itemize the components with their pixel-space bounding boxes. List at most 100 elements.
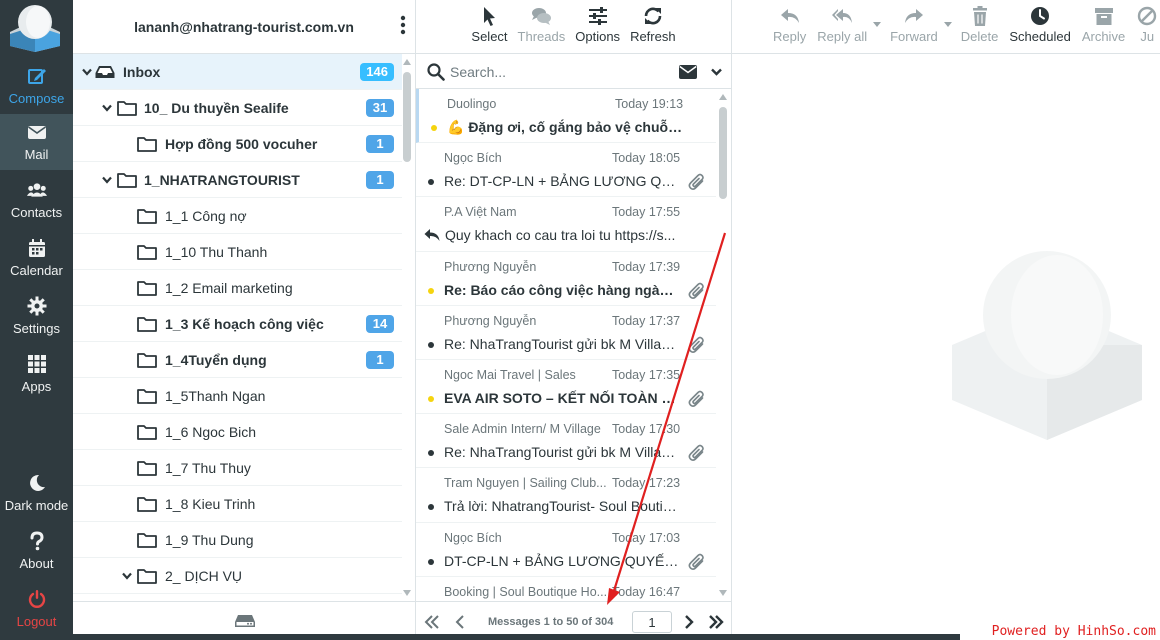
message-subject: Re: DT-CP-LN + BẢNG LƯƠNG QUYẾ... [444,173,680,190]
unread-dot-icon[interactable] [431,125,437,131]
message-subject: Quy khach co cau tra loi tu https://s... [445,227,676,244]
archive-button[interactable]: Archive [1077,0,1130,53]
folder-name: 1_NHATRANGTOURIST [144,172,300,188]
unread-dot-icon[interactable] [428,395,434,402]
message-row[interactable]: Phương Nguyễn Today 17:39 Re: Báo cáo công… [416,252,716,306]
folder-icon [137,137,157,152]
folder-row[interactable]: 1_5Thanh Ngan [73,378,402,414]
message-list-pane: Select Threads Options Refresh Duolingo T… [416,0,732,640]
refresh-button[interactable]: Refresh [625,0,681,53]
folder-row[interactable]: 1_9 Thu Dung [73,522,402,558]
threads-button[interactable]: Threads [513,0,571,53]
folder-row[interactable]: 1_10 Thu Thanh [73,234,402,270]
folder-row[interactable]: 1_1 Công nợ [73,198,402,234]
message-row[interactable]: Sale Admin Intern/ M Village Today 17:30 R… [416,414,716,469]
reply-all-button[interactable]: Reply all [812,0,872,53]
folder-name: 1_4Tuyển dụng [165,352,267,368]
read-dot-icon[interactable] [428,558,434,565]
unread-count-badge: 31 [366,99,394,117]
apps-button[interactable]: Apps [0,346,73,402]
folder-icon [137,353,157,368]
folder-icon [137,497,157,512]
read-dot-icon[interactable] [428,504,434,511]
forward-button[interactable]: Forward [885,0,943,53]
folder-row[interactable]: Inbox 146 [73,54,402,90]
chevron-down-icon[interactable] [101,102,113,114]
folder-row[interactable]: 10_ Du thuyền Sealife 31 [73,90,402,126]
storage-icon[interactable] [234,613,256,629]
folder-row[interactable]: 1_2 Email marketing [73,270,402,306]
comments-icon [532,8,552,25]
forward-icon [904,9,923,23]
message-row[interactable]: Ngọc Bích Today 17:03 DT-CP-LN + BẢNG LƯƠN… [416,523,716,577]
scheduled-button[interactable]: Scheduled [1004,0,1075,53]
folder-row[interactable]: 1_6 Ngoc Bich [73,414,402,450]
folder-scrollbar[interactable] [401,54,413,601]
chevron-down-icon[interactable] [711,68,722,76]
folder-row[interactable]: 1_7 Thu Thuy [73,450,402,486]
unread-dot-icon[interactable] [428,287,434,294]
message-subject: Trả lời: NhatrangTourist- Soul Boutiq... [444,498,680,515]
message-row[interactable]: Booking | Soul Boutique Ho... Today 16:47 [416,577,716,601]
first-page-icon[interactable] [424,614,440,630]
contacts-label: Contacts [10,205,63,220]
message-row[interactable]: Ngọc Bích Today 18:05 Re: DT-CP-LN + BẢNG … [416,143,716,198]
mail-button[interactable]: Mail [0,114,73,170]
folder-name: 1_1 Công nợ [165,208,247,224]
read-dot-icon[interactable] [428,179,434,186]
last-page-icon[interactable] [708,614,724,630]
chevron-down-icon[interactable] [81,66,93,78]
reply-all-dropdown[interactable] [873,0,885,53]
forward-dropdown[interactable] [943,0,956,53]
reply-button[interactable]: Reply [768,0,811,53]
options-button[interactable]: Options [570,0,625,53]
read-dot-icon[interactable] [428,450,434,457]
message-date: Today 17:39 [612,259,681,274]
calendar-button[interactable]: Calendar [0,230,73,286]
message-sender: Duolingo [447,97,497,111]
message-subject: 💪 Đặng ơi, cố gắng bảo vệ chuỗi 1... [447,119,683,135]
page-number-input[interactable] [632,611,672,633]
select-button[interactable]: Select [466,0,512,53]
folder-name: Inbox [123,64,161,80]
about-button[interactable]: About [0,523,73,579]
read-dot-icon[interactable] [428,341,434,348]
folder-row[interactable]: 1_8 Kieu Trinh [73,486,402,522]
clock-icon [1031,7,1050,25]
message-row[interactable]: Phương Nguyễn Today 17:37 Re: NhaTrangTour… [416,306,716,360]
calendar-label: Calendar [10,263,63,278]
search-input[interactable] [450,62,660,82]
message-row[interactable]: Ngoc Mai Travel | Sales Today 17:35 EVA AI… [416,360,716,415]
message-scrollbar[interactable] [716,89,730,601]
junk-button[interactable]: Ju [1131,0,1160,53]
settings-button[interactable]: Settings [0,288,73,344]
folder-row[interactable]: 1_4Tuyển dụng 1 [73,342,402,378]
message-row[interactable]: Tram Nguyen | Sailing Club... Today 17:23… [416,468,716,523]
contacts-button[interactable]: Contacts [0,172,73,228]
message-row[interactable]: Duolingo Today 19:13 💪 Đặng ơi, cố gắng bả… [416,89,716,144]
envelope-filter-icon[interactable] [679,65,697,79]
message-date: Today 18:05 [612,151,681,166]
chevron-down-icon[interactable] [121,570,133,582]
folder-icon [137,281,157,296]
dark-mode-button[interactable]: Dark mode [0,465,73,521]
prev-page-icon[interactable] [452,614,468,630]
folder-name: 1_8 Kieu Trinh [165,496,256,512]
message-row[interactable]: P.A Việt Nam Today 17:55 Quy khach co cau … [416,197,716,252]
folder-row[interactable]: Hợp đồng 500 vocuher 1 [73,126,402,162]
folder-row[interactable]: 1_NHATRANGTOURIST 1 [73,162,402,198]
folder-icon [137,425,157,440]
message-sender: Ngọc Bích [444,151,502,166]
chevron-down-icon[interactable] [101,174,113,186]
compose-button[interactable]: Compose [0,58,73,114]
folder-row[interactable]: 1_3 Kế hoạch công việc 14 [73,306,402,342]
forward-caret-icon [943,22,952,27]
delete-button[interactable]: Delete [956,0,1004,53]
roundcube-logo[interactable] [8,2,62,52]
logout-button[interactable]: Logout [0,581,73,637]
more-vertical-icon[interactable] [399,14,407,36]
folder-row[interactable]: 2_ DỊCH VỤ [73,558,402,594]
message-sender: Tram Nguyen | Sailing Club... [444,476,607,491]
folder-icon [137,317,157,332]
next-page-icon[interactable] [681,614,697,630]
